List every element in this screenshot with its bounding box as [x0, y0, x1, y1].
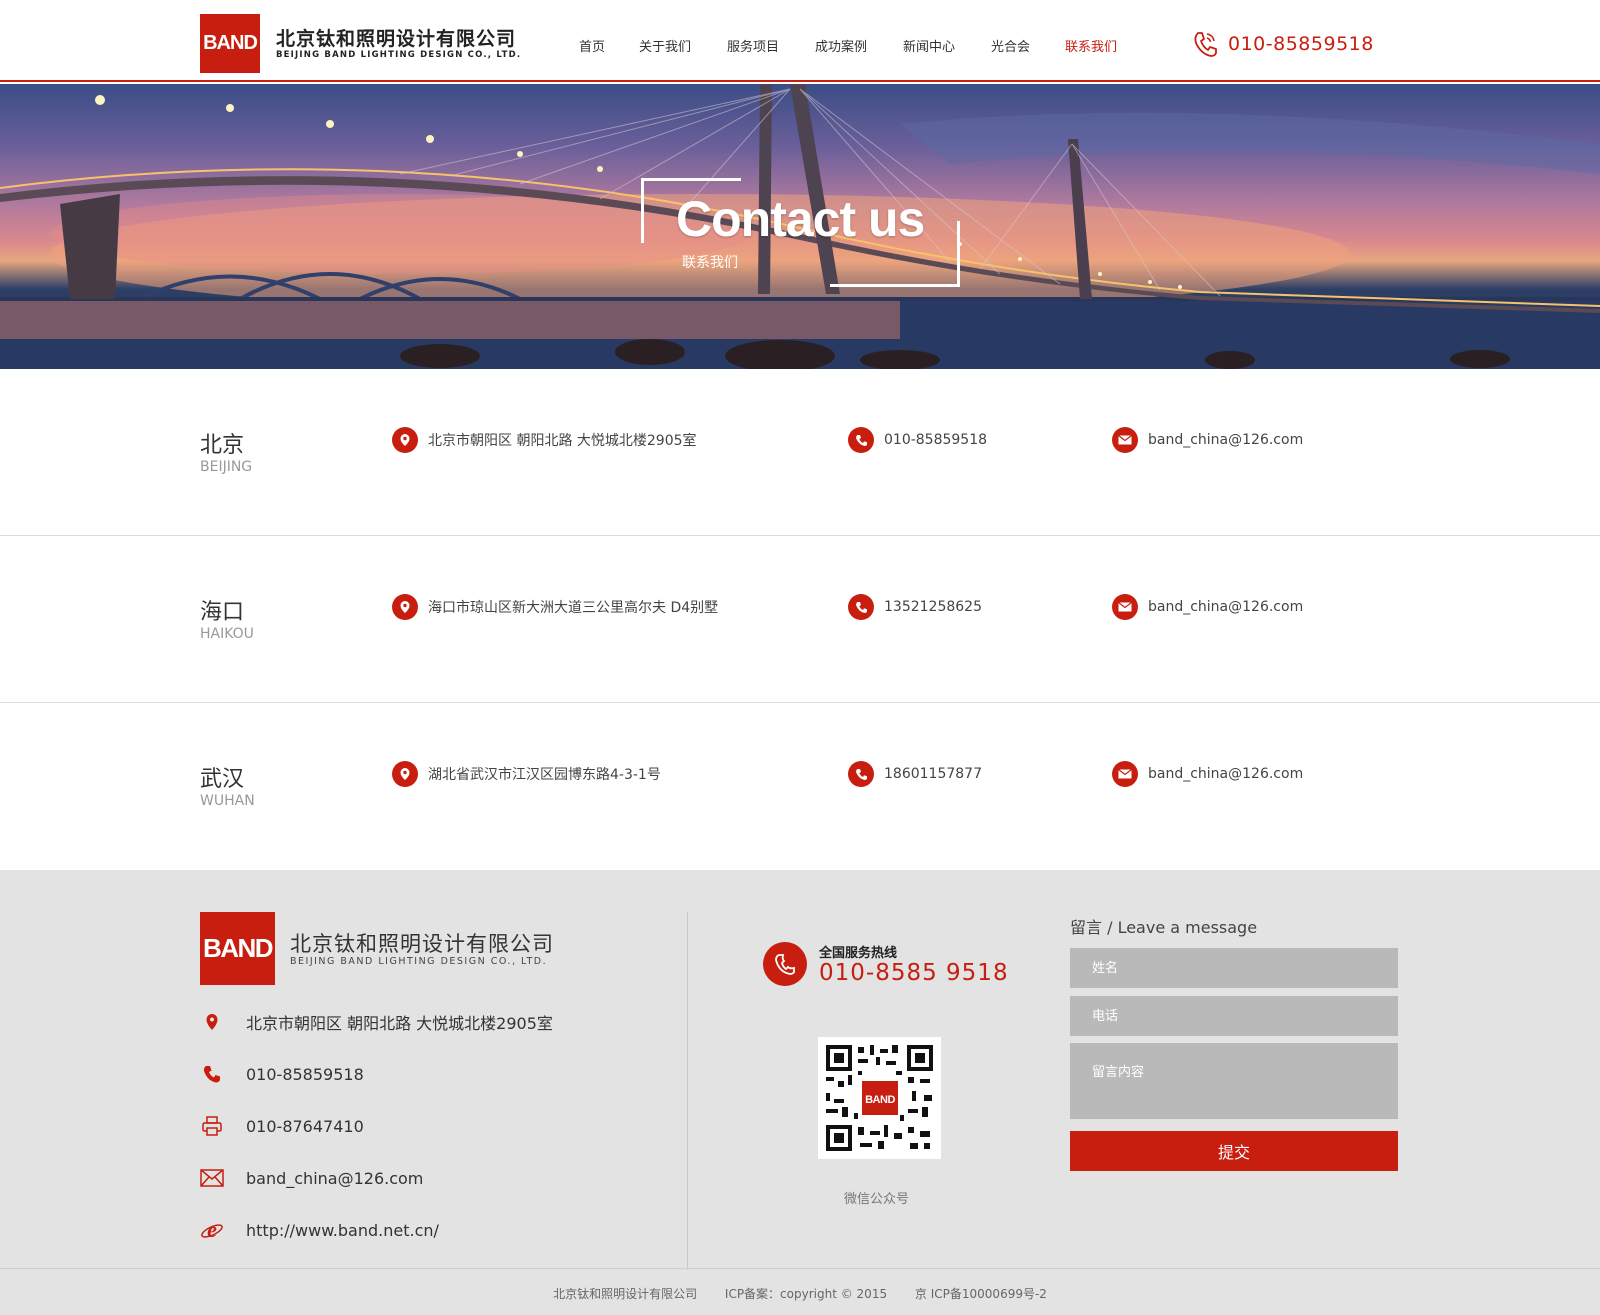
service-hotline: 全国服务热线 010-8585 9518 [763, 942, 1063, 992]
office-city-cn: 北京 [200, 433, 245, 458]
office-email: band_china@126.com [1112, 761, 1303, 787]
footer-phone-text: 010-85859518 [246, 1064, 364, 1084]
phone-icon [848, 594, 874, 620]
envelope-icon [1112, 594, 1138, 620]
office-phone-text: 13521258625 [884, 599, 982, 615]
office-address: 湖北省武汉市江汉区园博东路4-3-1号 [392, 761, 661, 787]
office-email: band_china@126.com [1112, 427, 1303, 453]
header-phone: 010-85859518 [1192, 30, 1374, 58]
office-city-en: WUHAN [200, 793, 255, 809]
footer-divider [687, 912, 688, 1270]
nav-news[interactable]: 新闻中心 [903, 36, 955, 55]
footer-logo[interactable]: BAND [200, 912, 275, 985]
nav-cases[interactable]: 成功案例 [815, 36, 867, 55]
copyright-license[interactable]: 京 ICP备10000699号-2 [915, 1287, 1047, 1301]
office-email-text[interactable]: band_china@126.com [1148, 766, 1303, 782]
svg-text:e: e [207, 1218, 217, 1242]
submit-button[interactable]: 提交 [1070, 1131, 1398, 1171]
company-name-en: BEIJING BAND LIGHTING DESIGN CO., LTD. [276, 50, 522, 60]
office-email-text[interactable]: band_china@126.com [1148, 599, 1303, 615]
phone-input[interactable] [1070, 996, 1398, 1036]
office-city-cn: 武汉 [200, 767, 245, 792]
office-phone: 18601157877 [848, 761, 982, 787]
site-header: BAND 北京钛和照明设计有限公司 BEIJING BAND LIGHTING … [0, 0, 1600, 82]
office-email-text[interactable]: band_china@126.com [1148, 432, 1303, 448]
office-row: 北京 BEIJING 北京市朝阳区 朝阳北路 大悦城北楼2905室 010-85… [0, 369, 1600, 536]
envelope-icon [1112, 427, 1138, 453]
footer-website-link[interactable]: http://www.band.net.cn/ [246, 1221, 439, 1240]
phone-icon [848, 761, 874, 787]
nav-home[interactable]: 首页 [579, 36, 605, 55]
fax-printer-icon [200, 1114, 224, 1138]
location-pin-icon [392, 761, 418, 787]
envelope-icon [1112, 761, 1138, 787]
footer-contact-website: e http://www.band.net.cn/ [200, 1218, 439, 1242]
copyright-icp: ICP备案：copyright © 2015 [724, 1287, 888, 1301]
footer-logo-mark: BAND [202, 933, 274, 963]
office-email: band_china@126.com [1112, 594, 1303, 620]
nav-services[interactable]: 服务项目 [727, 36, 779, 55]
office-city-cn: 海口 [200, 600, 245, 625]
banner-subtitle: 联系我们 [682, 255, 738, 271]
office-row: 武汉 WUHAN 湖北省武汉市江汉区园博东路4-3-1号 18601157877… [0, 703, 1600, 870]
envelope-icon [200, 1166, 224, 1190]
office-phone: 010-85859518 [848, 427, 987, 453]
office-city-en: HAIKOU [200, 626, 254, 642]
footer-contact-phone: 010-85859518 [200, 1062, 364, 1086]
contact-banner: Contact us 联系我们 [0, 84, 1600, 369]
footer-email-text[interactable]: band_china@126.com [246, 1169, 423, 1188]
nav-about[interactable]: 关于我们 [639, 36, 691, 55]
message-textarea[interactable] [1070, 1043, 1398, 1119]
office-phone: 13521258625 [848, 594, 982, 620]
copyright-bar: 北京钛和照明设计有限公司 ICP备案：copyright © 2015 京 IC… [0, 1285, 1600, 1302]
phone-icon [848, 427, 874, 453]
office-row: 海口 HAIKOU 海口市琼山区新大洲大道三公里高尔夫 D4别墅 1352125… [0, 536, 1600, 703]
office-phone-text: 010-85859518 [884, 432, 988, 448]
location-pin-icon [200, 1010, 224, 1034]
footer-contact-fax: 010-87647410 [200, 1114, 364, 1138]
footer-contact-email: band_china@126.com [200, 1166, 423, 1190]
copyright-company: 北京钛和照明设计有限公司 [553, 1287, 698, 1301]
phone-icon [763, 942, 807, 986]
office-phone-text: 18601157877 [884, 766, 982, 782]
logo-mark: BAND [203, 32, 258, 54]
footer-company-name-cn: 北京钛和照明设计有限公司 [290, 932, 554, 956]
footer-fax-text: 010-87647410 [246, 1116, 364, 1136]
qr-label: 微信公众号 [844, 1192, 910, 1207]
logo[interactable]: BAND [200, 14, 260, 73]
phone-icon [200, 1062, 224, 1086]
wechat-qr-code: BAND [818, 1037, 941, 1159]
name-input[interactable] [1070, 948, 1398, 988]
banner-title: Contact us [676, 191, 925, 247]
office-address: 北京市朝阳区 朝阳北路 大悦城北楼2905室 [392, 427, 697, 453]
company-name-cn: 北京钛和照明设计有限公司 [276, 28, 517, 50]
phone-icon [1194, 32, 1217, 57]
location-pin-icon [392, 594, 418, 620]
location-pin-icon [392, 427, 418, 453]
site-footer: BAND 北京钛和照明设计有限公司 BEIJING BAND LIGHTING … [0, 870, 1600, 1315]
header-phone-number: 010-85859518 [1228, 33, 1374, 55]
nav-guanghehui[interactable]: 光合会 [991, 36, 1030, 55]
qr-center-logo: BAND [865, 1094, 895, 1106]
footer-address-text: 北京市朝阳区 朝阳北路 大悦城北楼2905室 [246, 1014, 553, 1033]
office-city-en: BEIJING [200, 459, 253, 475]
office-address-text: 湖北省武汉市江汉区园博东路4-3-1号 [428, 767, 661, 783]
nav-contact[interactable]: 联系我们 [1065, 36, 1117, 55]
office-address-text: 北京市朝阳区 朝阳北路 大悦城北楼2905室 [428, 433, 697, 449]
hotline-number: 010-8585 9518 [819, 960, 1009, 986]
office-address: 海口市琼山区新大洲大道三公里高尔夫 D4别墅 [392, 594, 718, 620]
ie-browser-icon: e [200, 1218, 224, 1242]
office-address-text: 海口市琼山区新大洲大道三公里高尔夫 D4别墅 [428, 600, 719, 616]
footer-bottom-divider [0, 1268, 1600, 1269]
footer-company-name-en: BEIJING BAND LIGHTING DESIGN CO., LTD. [290, 956, 548, 967]
hotline-label: 全国服务热线 [819, 946, 898, 961]
footer-contact-address: 北京市朝阳区 朝阳北路 大悦城北楼2905室 [200, 1010, 553, 1034]
message-form-title: 留言 / Leave a message [1070, 918, 1258, 937]
